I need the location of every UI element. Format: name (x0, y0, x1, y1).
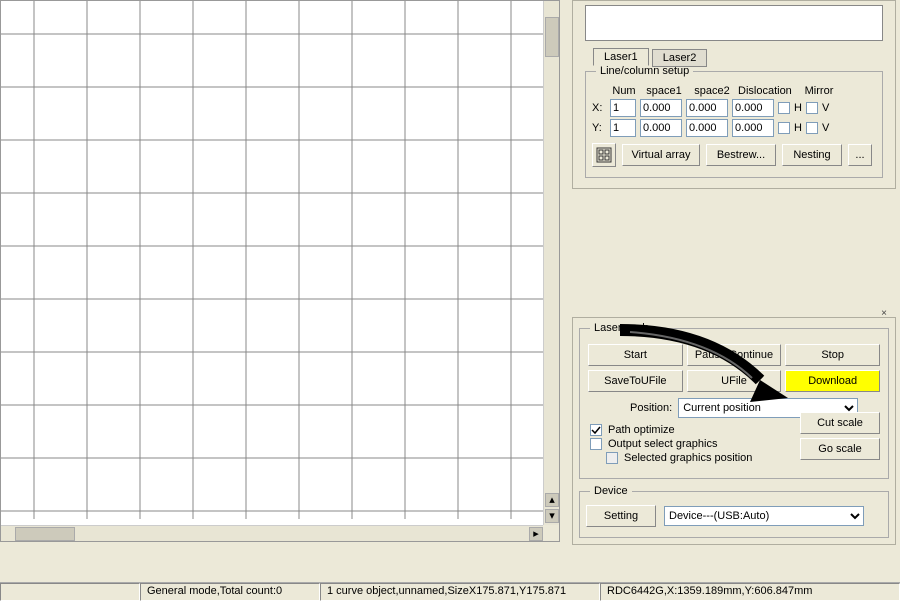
canvas-viewport[interactable] (1, 1, 543, 519)
laser-work-group: Laser work Start Pause/Continue Stop Sav… (579, 322, 889, 479)
y-mirror-h-label: H (794, 122, 802, 134)
setting-button[interactable]: Setting (586, 505, 656, 527)
vertical-scrollbar[interactable]: ▴ ▾ (543, 1, 559, 525)
device-legend: Device (590, 485, 632, 497)
cut-scale-button[interactable]: Cut scale (800, 412, 880, 434)
x-space2-input[interactable] (686, 99, 728, 117)
status-bar: General mode,Total count:0 1 curve objec… (0, 582, 900, 600)
y-num-input[interactable] (610, 119, 636, 137)
line-column-group: Line/column setup Num space1 space2 Disl… (585, 65, 883, 178)
x-label: X: (592, 102, 606, 114)
vscroll-up-icon[interactable]: ▴ (545, 493, 559, 507)
array-icon-button[interactable] (592, 143, 616, 167)
x-mirror-h-checkbox[interactable] (778, 102, 790, 114)
nesting-button[interactable]: Nesting (782, 144, 842, 166)
save-to-ufile-button[interactable]: SaveToUFile (588, 370, 683, 392)
hdr-num: Num (610, 85, 638, 97)
tab-laser2[interactable]: Laser2 (652, 49, 708, 67)
selected-graphics-label: Selected graphics position (624, 452, 752, 464)
y-label: Y: (592, 122, 606, 134)
x-mirror-v-checkbox[interactable] (806, 102, 818, 114)
vscroll-down-icon[interactable]: ▾ (545, 509, 559, 523)
output-select-checkbox[interactable] (590, 438, 602, 450)
design-grid (1, 1, 543, 519)
preview-area (585, 5, 883, 41)
x-num-input[interactable] (610, 99, 636, 117)
path-optimize-checkbox[interactable] (590, 424, 602, 436)
laser-work-panel: × Laser work Start Pause/Continue Stop S… (572, 317, 896, 545)
stop-button[interactable]: Stop (785, 344, 880, 366)
start-button[interactable]: Start (588, 344, 683, 366)
check-icon (591, 425, 601, 435)
canvas-area: ▴ ▾ ▸ (0, 0, 560, 542)
laser-work-legend: Laser work (590, 322, 652, 334)
x-mirror-h-label: H (794, 102, 802, 114)
y-space1-input[interactable] (640, 119, 682, 137)
device-select[interactable]: Device---(USB:Auto) (664, 506, 864, 526)
x-dislocation-input[interactable] (732, 99, 774, 117)
bestrew-button[interactable]: Bestrew... (706, 144, 776, 166)
y-space2-input[interactable] (686, 119, 728, 137)
y-mirror-v-checkbox[interactable] (806, 122, 818, 134)
device-group: Device Setting Device---(USB:Auto) (579, 485, 889, 538)
grid-icon (596, 147, 612, 163)
status-coord: RDC6442G,X:1359.189mm,Y:606.847mm (600, 583, 900, 601)
position-label: Position: (630, 402, 672, 414)
hdr-space2: space2 (690, 85, 734, 97)
tab-laser1[interactable]: Laser1 (593, 48, 649, 66)
status-cell-blank (0, 583, 140, 601)
go-scale-button[interactable]: Go scale (800, 438, 880, 460)
status-object: 1 curve object,unnamed,SizeX175.871,Y175… (320, 583, 600, 601)
y-mirror-h-checkbox[interactable] (778, 122, 790, 134)
array-panel: Laser1 Laser2 Line/column setup Num spac… (572, 0, 896, 189)
hdr-mirror: Mirror (794, 85, 844, 97)
output-select-label: Output select graphics (608, 438, 717, 450)
y-mirror-v-label: V (822, 122, 829, 134)
path-optimize-label: Path optimize (608, 424, 675, 436)
hscroll-right-icon[interactable]: ▸ (529, 527, 543, 541)
close-icon[interactable]: × (877, 308, 891, 320)
selected-graphics-checkbox (606, 452, 618, 464)
scroll-corner (543, 525, 559, 541)
horizontal-scrollbar[interactable]: ▸ (1, 525, 545, 541)
x-mirror-v-label: V (822, 102, 829, 114)
hdr-dislocation: Dislocation (738, 85, 790, 97)
download-button[interactable]: Download (785, 370, 880, 392)
status-mode: General mode,Total count:0 (140, 583, 320, 601)
vscroll-thumb[interactable] (545, 17, 559, 57)
y-dislocation-input[interactable] (732, 119, 774, 137)
hdr-space1: space1 (642, 85, 686, 97)
pause-continue-button[interactable]: Pause/Continue (687, 344, 782, 366)
x-space1-input[interactable] (640, 99, 682, 117)
virtual-array-button[interactable]: Virtual array (622, 144, 700, 166)
ufile-button[interactable]: UFile (687, 370, 782, 392)
hscroll-thumb[interactable] (15, 527, 75, 541)
more-button[interactable]: ... (848, 144, 872, 166)
